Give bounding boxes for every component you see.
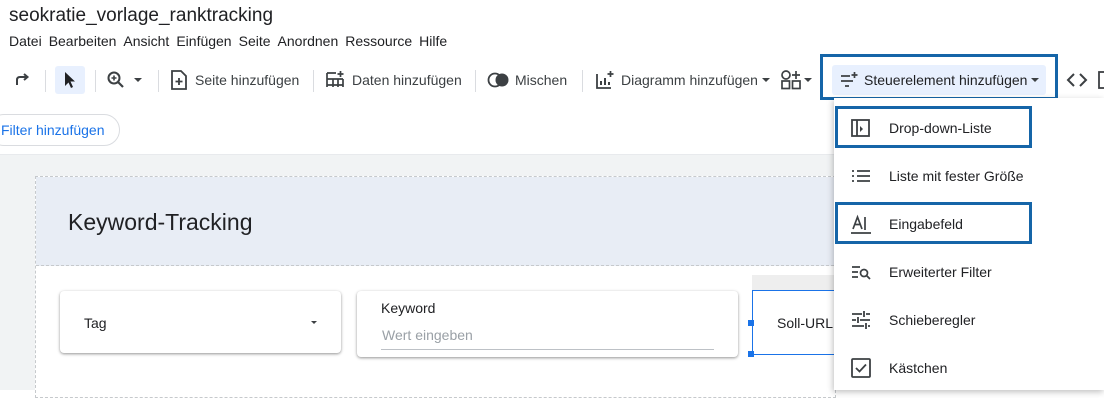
menu-item-advanced-filter[interactable]: Erweiterter Filter — [834, 248, 1104, 296]
select-tool-button[interactable] — [55, 66, 85, 94]
input-underline — [381, 349, 714, 350]
add-chart-button[interactable]: Diagramm hinzufügen — [595, 62, 772, 98]
menu-item-label: Schieberegler — [889, 312, 976, 328]
blend-label: Mischen — [515, 72, 568, 88]
keyword-label: Keyword — [381, 300, 436, 316]
highlight-dropdown-list — [835, 106, 1032, 148]
keyword-input-control[interactable]: Keyword Wert eingeben — [357, 291, 738, 357]
slider-icon — [852, 311, 870, 329]
report-title[interactable]: Keyword-Tracking — [68, 209, 252, 236]
menu-bearbeiten[interactable]: Bearbeiten — [49, 33, 117, 51]
add-filter-button[interactable]: Filter hinzufügen — [0, 114, 120, 146]
redo-icon — [16, 73, 30, 85]
chevron-down-icon — [134, 78, 142, 82]
selection-handle[interactable] — [748, 320, 754, 326]
menu-item-label: Kästchen — [889, 360, 948, 376]
menu-anordnen[interactable]: Anordnen — [278, 33, 339, 51]
menu-bar: Datei Bearbeiten Ansicht Einfügen Seite … — [0, 33, 447, 51]
cursor-icon — [65, 72, 75, 88]
selection-handle[interactable] — [748, 351, 754, 357]
image-button[interactable] — [1097, 62, 1104, 98]
zoom-icon — [107, 71, 124, 88]
document-title[interactable]: seokratie_vorlage_ranktracking — [9, 5, 273, 27]
menu-hilfe[interactable]: Hilfe — [419, 33, 447, 51]
menu-item-fixed-size-list[interactable]: Liste mit fester Größe — [834, 152, 1104, 200]
highlight-input-field — [835, 202, 1032, 244]
redo-button[interactable] — [12, 62, 32, 98]
add-data-button[interactable]: Daten hinzufügen — [325, 62, 462, 98]
menu-item-label: Liste mit fester Größe — [889, 168, 1024, 184]
add-chart-icon — [596, 71, 614, 89]
chevron-down-icon — [761, 78, 770, 82]
menu-item-slider[interactable]: Schieberegler — [834, 296, 1104, 344]
dropdown-arrow-icon — [311, 321, 317, 324]
menu-item-label: Erweiterter Filter — [889, 264, 992, 280]
fixed-size-list-icon — [852, 170, 870, 182]
menu-ressource[interactable]: Ressource — [345, 33, 412, 51]
tag-dropdown-control[interactable]: Tag — [60, 291, 341, 353]
checkbox-icon — [851, 358, 871, 378]
add-chart-label: Diagramm hinzufügen — [621, 72, 758, 88]
menu-item-checkbox[interactable]: Kästchen — [834, 344, 1104, 392]
components-icon — [781, 70, 801, 90]
embed-code-button[interactable] — [1066, 62, 1088, 98]
blend-button[interactable]: Mischen — [487, 62, 567, 98]
add-page-label: Seite hinzufügen — [195, 72, 300, 88]
soll-url-control[interactable]: Soll-URL — [752, 290, 834, 355]
blend-icon — [487, 72, 509, 88]
image-icon — [1098, 71, 1104, 89]
tag-label: Tag — [84, 315, 107, 331]
chevron-down-icon — [804, 78, 812, 82]
add-data-label: Daten hinzufügen — [352, 72, 462, 88]
add-page-icon — [171, 70, 187, 90]
add-data-icon — [326, 71, 344, 87]
keyword-input[interactable]: Wert eingeben — [382, 327, 473, 343]
add-component-button[interactable] — [780, 62, 813, 98]
menu-ansicht[interactable]: Ansicht — [123, 33, 169, 51]
zoom-button[interactable] — [106, 62, 145, 98]
code-icon — [1066, 73, 1088, 87]
menu-einfuegen[interactable]: Einfügen — [176, 33, 231, 51]
advanced-filter-icon — [852, 266, 871, 280]
menu-datei[interactable]: Datei — [9, 33, 42, 51]
soll-url-label: Soll-URL — [777, 315, 834, 331]
menu-seite[interactable]: Seite — [239, 33, 271, 51]
highlight-add-control — [820, 54, 1058, 100]
add-page-button[interactable]: Seite hinzufügen — [170, 62, 299, 98]
